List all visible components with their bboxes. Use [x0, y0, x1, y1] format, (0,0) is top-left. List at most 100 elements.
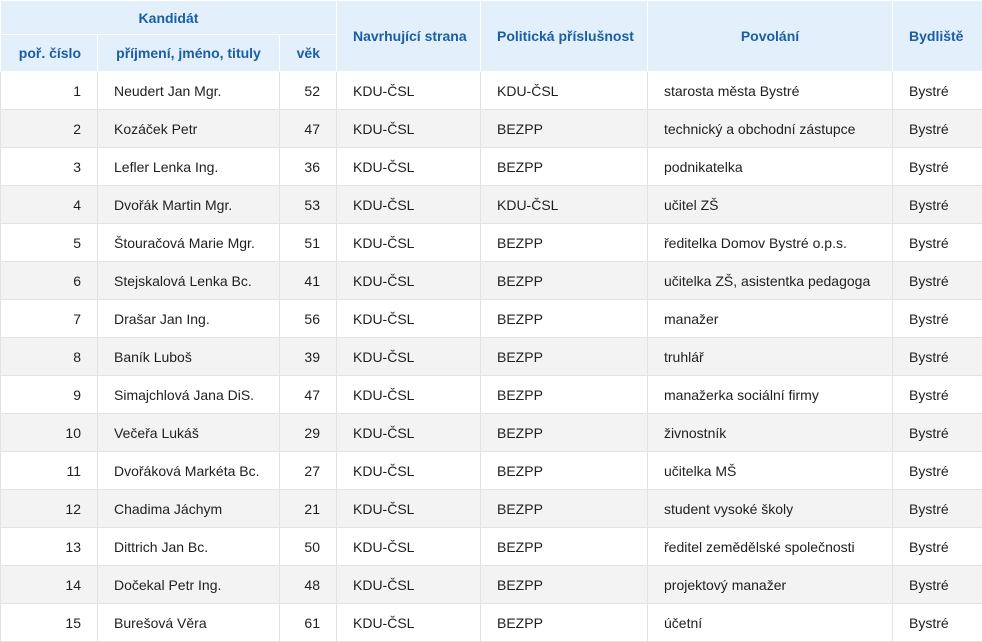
- cell-occupation: účetní: [647, 603, 893, 642]
- cell-name: Burešová Věra: [97, 603, 280, 642]
- cell-age: 47: [279, 375, 337, 414]
- cell-name: Kozáček Petr: [97, 109, 280, 148]
- cell-residence: Bystré: [892, 223, 982, 262]
- cell-order-number: 13: [0, 527, 98, 566]
- cell-nominating-party: KDU-ČSL: [336, 337, 481, 376]
- header-order-number: poř. číslo: [0, 34, 98, 72]
- cell-name: Drašar Jan Ing.: [97, 299, 280, 338]
- cell-name: Simajchlová Jana DiS.: [97, 375, 280, 414]
- cell-nominating-party: KDU-ČSL: [336, 223, 481, 262]
- cell-name: Neudert Jan Mgr.: [97, 71, 280, 110]
- cell-age: 47: [279, 109, 337, 148]
- cell-order-number: 15: [0, 603, 98, 642]
- cell-occupation: student vysoké školy: [647, 489, 893, 528]
- cell-residence: Bystré: [892, 489, 982, 528]
- cell-name: Štouračová Marie Mgr.: [97, 223, 280, 262]
- cell-age: 21: [279, 489, 337, 528]
- cell-nominating-party: KDU-ČSL: [336, 375, 481, 414]
- cell-residence: Bystré: [892, 375, 982, 414]
- cell-order-number: 9: [0, 375, 98, 414]
- cell-residence: Bystré: [892, 337, 982, 376]
- cell-residence: Bystré: [892, 71, 982, 110]
- header-political-affiliation: Politická příslušnost: [480, 0, 648, 72]
- table-row: 2 Kozáček Petr 47 KDU-ČSL BEZPP technický a o…: [0, 109, 982, 148]
- cell-political-affiliation: BEZPP: [480, 299, 648, 338]
- table-header: Kandidát Navrhující strana Politická pří…: [0, 0, 982, 72]
- table-row: 3 Lefler Lenka Ing. 36 KDU-ČSL BEZPP podnikat…: [0, 147, 982, 186]
- cell-age: 53: [279, 185, 337, 224]
- cell-nominating-party: KDU-ČSL: [336, 185, 481, 224]
- header-row-top: Kandidát Navrhující strana Politická pří…: [0, 0, 982, 72]
- header-residence: Bydliště: [892, 0, 982, 72]
- cell-order-number: 12: [0, 489, 98, 528]
- cell-age: 36: [279, 147, 337, 186]
- cell-political-affiliation: KDU-ČSL: [480, 185, 648, 224]
- cell-nominating-party: KDU-ČSL: [336, 489, 481, 528]
- cell-political-affiliation: BEZPP: [480, 337, 648, 376]
- cell-residence: Bystré: [892, 451, 982, 490]
- cell-political-affiliation: BEZPP: [480, 223, 648, 262]
- cell-residence: Bystré: [892, 299, 982, 338]
- cell-nominating-party: KDU-ČSL: [336, 109, 481, 148]
- cell-nominating-party: KDU-ČSL: [336, 261, 481, 300]
- cell-residence: Bystré: [892, 261, 982, 300]
- cell-political-affiliation: BEZPP: [480, 261, 648, 300]
- table-row: 10 Večeřa Lukáš 29 KDU-ČSL BEZPP živnostník By…: [0, 413, 982, 452]
- cell-political-affiliation: BEZPP: [480, 413, 648, 452]
- table-row: 4 Dvořák Martin Mgr. 53 KDU-ČSL KDU-ČSL učite…: [0, 185, 982, 224]
- cell-age: 56: [279, 299, 337, 338]
- cell-political-affiliation: BEZPP: [480, 147, 648, 186]
- header-candidate-group: Kandidát: [0, 0, 337, 35]
- cell-nominating-party: KDU-ČSL: [336, 565, 481, 604]
- table-row: 14 Dočekal Petr Ing. 48 KDU-ČSL BEZPP projekt…: [0, 565, 982, 604]
- cell-residence: Bystré: [892, 603, 982, 642]
- cell-order-number: 14: [0, 565, 98, 604]
- cell-age: 50: [279, 527, 337, 566]
- cell-age: 29: [279, 413, 337, 452]
- cell-nominating-party: KDU-ČSL: [336, 451, 481, 490]
- cell-political-affiliation: KDU-ČSL: [480, 71, 648, 110]
- cell-order-number: 6: [0, 261, 98, 300]
- cell-residence: Bystré: [892, 109, 982, 148]
- cell-age: 39: [279, 337, 337, 376]
- cell-political-affiliation: BEZPP: [480, 565, 648, 604]
- cell-occupation: manažerka sociální firmy: [647, 375, 893, 414]
- table-row: 11 Dvořáková Markéta Bc. 27 KDU-ČSL BEZPP uči…: [0, 451, 982, 490]
- candidate-table: Kandidát Navrhující strana Politická pří…: [0, 0, 982, 642]
- header-occupation: Povolání: [647, 0, 893, 72]
- header-nominating-party: Navrhující strana: [336, 0, 481, 72]
- cell-name: Dvořák Martin Mgr.: [97, 185, 280, 224]
- cell-nominating-party: KDU-ČSL: [336, 603, 481, 642]
- cell-occupation: učitelka MŠ: [647, 451, 893, 490]
- cell-occupation: ředitel zemědělské společnosti: [647, 527, 893, 566]
- table-row: 6 Stejskalová Lenka Bc. 41 KDU-ČSL BEZPP učit…: [0, 261, 982, 300]
- cell-residence: Bystré: [892, 147, 982, 186]
- table-row: 15 Burešová Věra 61 KDU-ČSL BEZPP účetní Bystr…: [0, 603, 982, 642]
- cell-nominating-party: KDU-ČSL: [336, 299, 481, 338]
- cell-occupation: živnostník: [647, 413, 893, 452]
- cell-order-number: 7: [0, 299, 98, 338]
- cell-order-number: 8: [0, 337, 98, 376]
- cell-name: Stejskalová Lenka Bc.: [97, 261, 280, 300]
- cell-political-affiliation: BEZPP: [480, 109, 648, 148]
- cell-residence: Bystré: [892, 413, 982, 452]
- cell-occupation: manažer: [647, 299, 893, 338]
- cell-nominating-party: KDU-ČSL: [336, 147, 481, 186]
- cell-order-number: 5: [0, 223, 98, 262]
- cell-order-number: 1: [0, 71, 98, 110]
- cell-name: Dvořáková Markéta Bc.: [97, 451, 280, 490]
- cell-age: 41: [279, 261, 337, 300]
- cell-order-number: 2: [0, 109, 98, 148]
- cell-residence: Bystré: [892, 185, 982, 224]
- cell-occupation: ředitelka Domov Bystré o.p.s.: [647, 223, 893, 262]
- cell-occupation: truhlář: [647, 337, 893, 376]
- table-row: 9 Simajchlová Jana DiS. 47 KDU-ČSL BEZPP mana…: [0, 375, 982, 414]
- table-body: 1 Neudert Jan Mgr. 52 KDU-ČSL KDU-ČSL starost…: [0, 71, 982, 642]
- table-row: 7 Drašar Jan Ing. 56 KDU-ČSL BEZPP manažer Bys…: [0, 299, 982, 338]
- cell-occupation: technický a obchodní zástupce: [647, 109, 893, 148]
- cell-age: 51: [279, 223, 337, 262]
- cell-nominating-party: KDU-ČSL: [336, 527, 481, 566]
- cell-political-affiliation: BEZPP: [480, 451, 648, 490]
- cell-occupation: podnikatelka: [647, 147, 893, 186]
- cell-order-number: 11: [0, 451, 98, 490]
